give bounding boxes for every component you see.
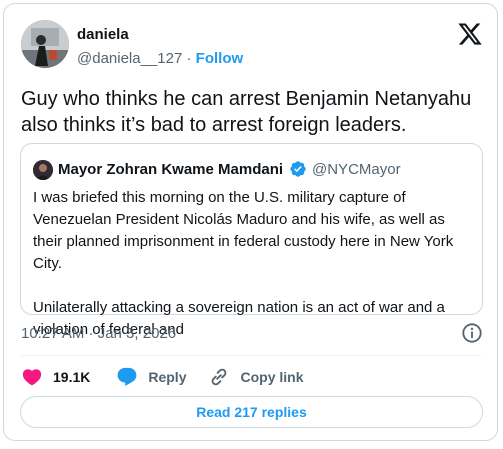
action-bar: 19.1K Reply Copy link: [21, 364, 304, 390]
heart-icon: [22, 369, 42, 386]
like-count: 19.1K: [53, 369, 91, 385]
post-text: Guy who thinks he can arrest Benjamin Ne…: [21, 88, 472, 136]
read-replies-button[interactable]: Read 217 replies: [20, 396, 483, 428]
copy-link-button[interactable]: Copy link: [208, 366, 304, 388]
author-avatar[interactable]: [21, 20, 69, 68]
verified-badge-icon: [289, 160, 307, 178]
reply-button[interactable]: Reply: [116, 366, 186, 388]
reply-label: Reply: [148, 369, 187, 385]
quoted-post[interactable]: Mayor Zohran Kwame Mamdani @NYCMayor I w…: [20, 143, 483, 338]
divider: [20, 355, 481, 356]
x-logo-icon[interactable]: [457, 21, 483, 47]
author-handle-row: @daniela__127 · Follow: [77, 50, 243, 67]
embedded-post-card: daniela @daniela__127 · Follow Guy who t…: [3, 3, 498, 441]
speech-bubble-icon: [117, 367, 137, 386]
separator-dot: ·: [186, 50, 192, 67]
quoted-paragraph-1: I was briefed this morning on the U.S. m…: [33, 189, 454, 272]
info-icon[interactable]: [461, 322, 483, 344]
link-icon: [212, 368, 227, 386]
author-handle[interactable]: @daniela__127: [77, 50, 182, 67]
author-name[interactable]: daniela: [77, 26, 129, 43]
copy-link-label: Copy link: [240, 369, 304, 385]
quoted-author-name[interactable]: Mayor Zohran Kwame Mamdani: [58, 161, 283, 178]
quoted-author-handle[interactable]: @NYCMayor: [312, 161, 401, 178]
quoted-author-avatar[interactable]: [33, 160, 53, 180]
follow-button[interactable]: Follow: [196, 50, 244, 67]
quoted-post-text: I was briefed this morning on the U.S. m…: [33, 187, 473, 341]
like-button[interactable]: 19.1K: [21, 366, 90, 388]
post-timestamp[interactable]: 10:27 AM · Jan 3, 2026: [21, 325, 176, 342]
